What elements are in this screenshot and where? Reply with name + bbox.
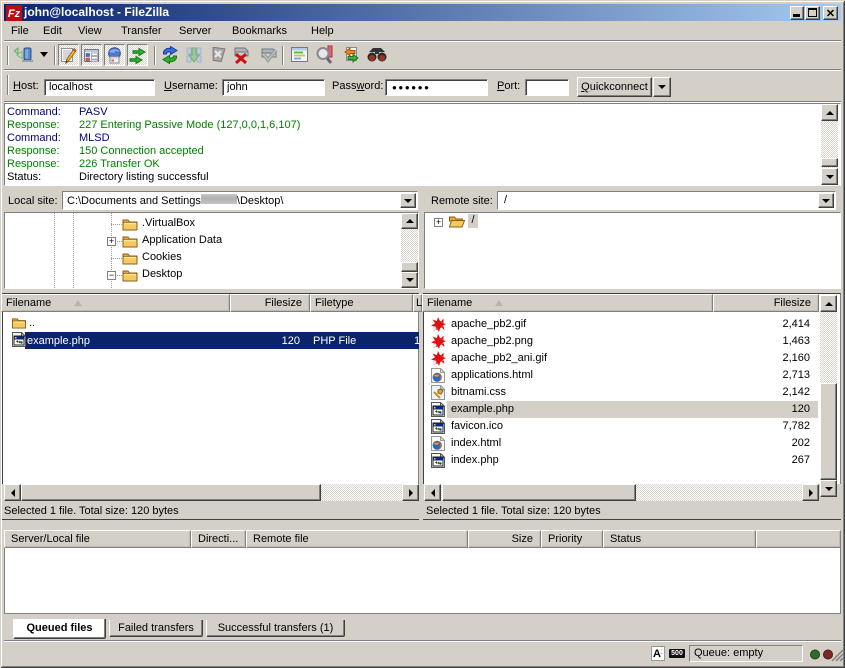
svg-text:Fz: Fz: [8, 8, 21, 20]
